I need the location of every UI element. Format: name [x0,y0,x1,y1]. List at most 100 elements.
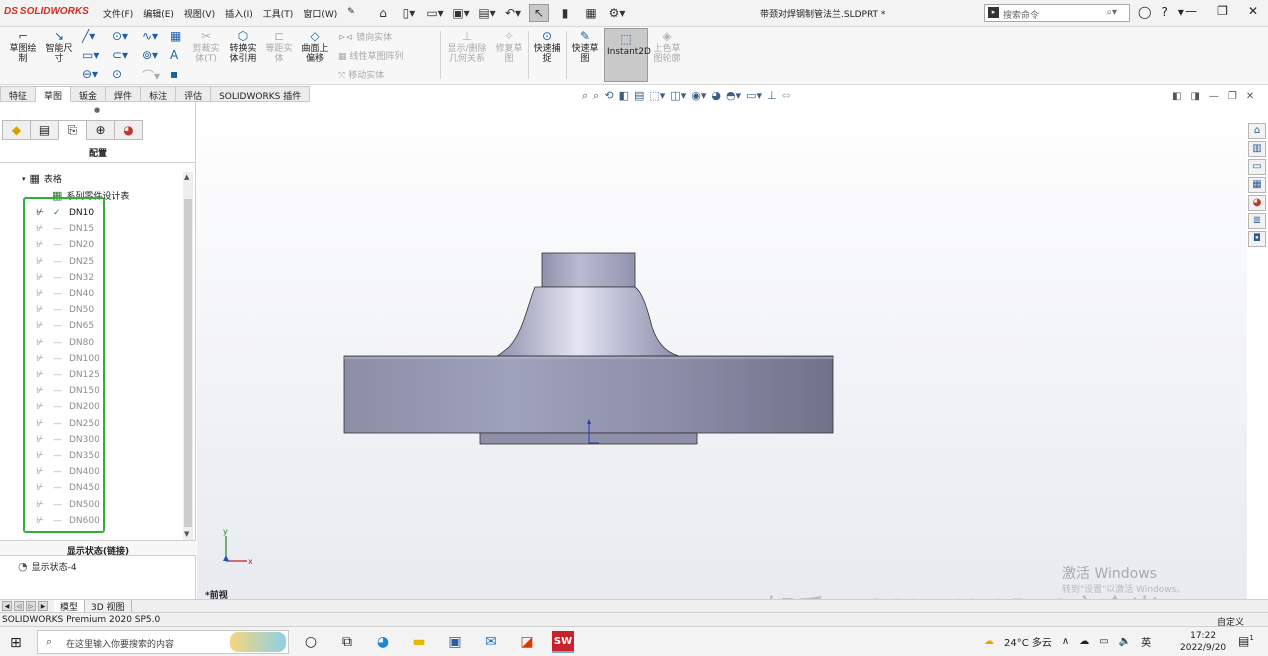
viewport-close-icon[interactable]: ✕ [1246,91,1254,102]
solidworks-taskbar-icon[interactable]: SW [552,631,574,653]
weather-text[interactable]: 24°C 多云 [1004,634,1052,649]
display-delete-relations-button[interactable]: ⊥ 显示/删除 几何关系 [443,29,491,64]
configuration-item[interactable]: ⊬ — DN40 [36,286,94,302]
first-tab-icon[interactable]: ◀ [2,601,12,611]
shaded-sketch-contours-button[interactable]: ◈ 上色草 图轮廓 [650,29,684,64]
menu-file[interactable]: 文件(F) [103,7,133,20]
help-icon[interactable]: ? [1161,5,1167,19]
graphics-area[interactable]: y x [197,102,1247,599]
menu-insert[interactable]: 插入(I) [225,7,253,20]
slot-icon[interactable]: ⊂▾ [112,48,128,62]
panel-collapse-handle[interactable]: ● [94,106,100,114]
tab-model[interactable]: 模型 [54,599,86,613]
linear-pattern-button[interactable]: ▦ 线性草图阵列 [338,49,404,62]
convert-entities-button[interactable]: ⬡ 转换实 体引用 [226,29,260,64]
configuration-item[interactable]: ⊬ — DN150 [36,383,100,399]
display-manager-tab-icon[interactable]: ◕ [114,120,143,140]
search-commands-input[interactable]: ▸ 搜索命令 ⌕▾ [984,4,1130,22]
windows-start-icon[interactable]: ⊞ [10,635,22,651]
restore-icon[interactable]: ❐ [1217,4,1228,18]
onedrive-icon[interactable]: ☁ [1079,636,1089,647]
split-view-icon[interactable]: ◧ [1172,91,1181,102]
pin-icon[interactable]: ✎ [347,7,355,20]
configuration-item[interactable]: ⊬ — DN500 [36,497,100,513]
view-orientation-icon[interactable]: ⬚▾ [649,89,665,103]
display-style-icon[interactable]: ◫▾ [670,89,686,103]
configuration-item[interactable]: ⊬ — DN450 [36,480,100,496]
new-document-icon[interactable]: ▯▾ [399,4,419,22]
zoom-to-fit-icon[interactable]: ⌕ [582,89,588,103]
configuration-item[interactable]: ⊬ — DN125 [36,367,100,383]
expand-icon[interactable]: ⇔ [782,89,791,103]
polygon-icon[interactable]: ⊚▾ [142,48,158,62]
grid-icon[interactable]: ▦ [170,29,181,43]
display-pane-icon[interactable]: ⊥ [767,89,777,103]
store-icon[interactable]: ▣ [444,631,466,653]
offset-on-surface-button[interactable]: ◇ 曲面上 偏移 [298,29,332,64]
configuration-item[interactable]: ⊬ — DN80 [36,335,94,351]
scroll-down-icon[interactable]: ▼ [184,530,189,538]
slot-straight-icon[interactable]: ⊖▾ [82,67,98,81]
open-icon[interactable]: ▭▾ [425,4,445,22]
rapid-sketch-button[interactable]: ✎ 快速草 图 [568,29,602,64]
configuration-item[interactable]: ⊬ — DN15 [36,221,94,237]
configuration-manager-tab-icon[interactable]: ⎘ [58,120,87,140]
rectangle-icon[interactable]: ▭▾ [82,48,99,62]
close-icon[interactable]: ✕ [1248,4,1258,18]
mail-icon[interactable]: ✉ [480,631,502,653]
taskbar-search-input[interactable]: ⌕ 在这里输入你要搜索的内容 [37,630,289,654]
text-icon[interactable]: A [170,48,178,62]
edit-appearance-icon[interactable]: ◕ [711,89,721,103]
configuration-item[interactable]: ⊬ — DN600 [36,513,100,529]
dimxpert-tab-icon[interactable]: ⊕ [86,120,115,140]
weather-icon[interactable]: ☁ [984,636,994,647]
resources-icon[interactable]: ⌂ [1248,123,1266,139]
fillet-icon[interactable]: ⌒▾ [142,67,160,84]
help-dropdown-icon[interactable]: ▾ [1178,5,1184,19]
configuration-item[interactable]: ⊬ — DN25 [36,254,94,270]
next-tab-icon[interactable]: ▷ [26,601,36,611]
options-icon[interactable]: ⚙▾ [607,4,627,22]
point-icon[interactable]: ▪ [170,67,178,81]
office-icon[interactable]: ◪ [516,631,538,653]
display-states-header[interactable]: 显示状态(链接) [0,540,196,557]
tab-sketch[interactable]: 草图 [36,86,72,102]
tab-sheet-metal[interactable]: 钣金 [71,86,107,102]
network-icon[interactable]: ▭ [1099,636,1108,647]
move-entities-button[interactable]: ⤧ 移动实体 [338,68,384,81]
smart-dimension-button[interactable]: ↘ 智能尺 寸 [42,29,76,64]
task-view-icon[interactable]: ⧉ [336,631,358,653]
tab-weldments[interactable]: 焊件 [106,86,142,102]
configuration-item[interactable]: ⊬ — DN65 [36,318,94,334]
prev-tab-icon[interactable]: ◁ [14,601,24,611]
file-properties-icon[interactable]: ▦ [581,4,601,22]
custom-properties-icon[interactable]: ≣ [1248,213,1266,229]
sketch-button[interactable]: ⌐ 草图绘 制 [6,29,40,64]
tile-view-icon[interactable]: ◨ [1190,91,1199,102]
section-view-icon[interactable]: ◧ [619,89,629,103]
forum-icon[interactable]: ◘ [1248,231,1266,247]
configuration-item[interactable]: ⊬ — DN50 [36,302,94,318]
minimize-icon[interactable]: — [1185,4,1197,18]
viewport-restore-icon[interactable]: ❐ [1228,91,1237,102]
select-icon[interactable]: ↖ [529,4,549,22]
rebuild-icon[interactable]: ▮ [555,4,575,22]
viewport-minimize-icon[interactable]: — [1209,91,1219,102]
design-library-icon[interactable]: ▥ [1248,141,1266,157]
apply-scene-icon[interactable]: ◓▾ [726,89,741,103]
file-explorer-icon[interactable]: ▬ [408,631,430,653]
tab-features[interactable]: 特征 [0,86,37,102]
configuration-item[interactable]: ⊬ — DN32 [36,270,94,286]
configuration-item[interactable]: ⊬ — DN300 [36,432,100,448]
part-model[interactable]: y x [197,102,1247,599]
menu-edit[interactable]: 编辑(E) [143,7,174,20]
tray-expand-icon[interactable]: ∧ [1062,636,1069,647]
line-icon[interactable]: ╱▾ [82,29,95,43]
last-tab-icon[interactable]: ▶ [38,601,48,611]
trim-entities-button[interactable]: ✂ 剪裁实 体(T) [190,29,222,64]
configuration-item[interactable]: ⊬ — DN100 [36,351,100,367]
tab-evaluate[interactable]: 评估 [176,86,212,102]
circle-icon[interactable]: ⊙▾ [112,29,128,43]
save-icon[interactable]: ▣▾ [451,4,471,22]
collapse-arrow-icon[interactable]: ▾ [22,175,26,183]
